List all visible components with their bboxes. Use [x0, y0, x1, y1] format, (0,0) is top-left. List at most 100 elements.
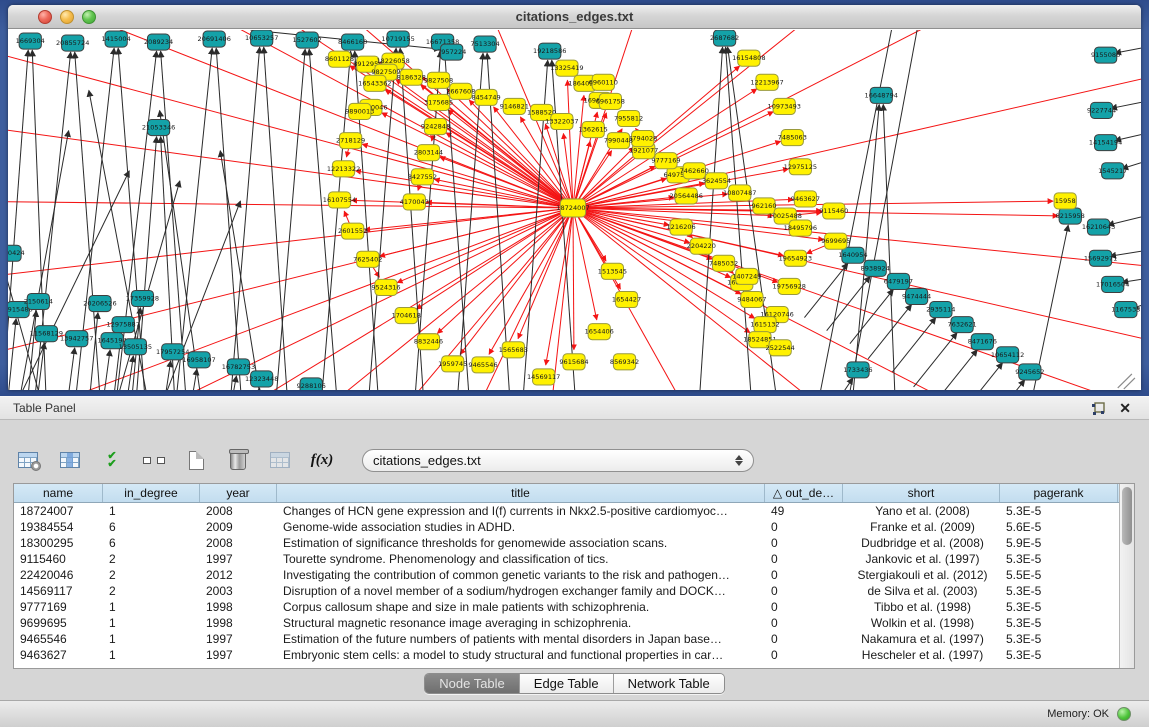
table-cell[interactable]: Franke et al. (2009) — [843, 519, 1000, 535]
edge[interactable] — [62, 348, 75, 390]
table-settings-icon[interactable] — [14, 447, 42, 473]
table-cell[interactable]: 2 — [103, 567, 200, 583]
table-cell[interactable]: Disruption of a novel member of a sodium… — [277, 583, 765, 599]
table-cell[interactable]: 5.9E-5 — [1000, 535, 1118, 551]
table-cell[interactable]: Tourette syndrome. Phenomenology and cla… — [277, 551, 765, 567]
table-cell[interactable]: 49 — [765, 503, 843, 519]
table-cell[interactable]: Investigating the contribution of common… — [277, 567, 765, 583]
table-cell[interactable]: 1 — [103, 615, 200, 631]
table-cell[interactable]: 1 — [103, 631, 200, 647]
table-cell[interactable]: 0 — [765, 551, 843, 567]
resize-grip-icon[interactable] — [1118, 374, 1132, 388]
table-cell[interactable]: 5.6E-5 — [1000, 519, 1118, 535]
edge[interactable] — [8, 171, 129, 390]
table-cell[interactable]: Structural magnetic resonance image aver… — [277, 615, 765, 631]
table-cell[interactable]: 1998 — [200, 599, 277, 615]
edge[interactable] — [170, 48, 212, 390]
table-cell[interactable]: Hescheler et al. (1997) — [843, 647, 1000, 663]
table-cell[interactable]: 0 — [765, 583, 843, 599]
edge[interactable] — [573, 208, 1141, 352]
table-cell[interactable]: Wolkin et al. (1998) — [843, 615, 1000, 631]
network-window[interactable]: citations_edges.txt 16693042085572414150… — [8, 5, 1141, 390]
table-cell[interactable]: 2008 — [200, 535, 277, 551]
table-cell[interactable]: Nakamura et al. (1997) — [843, 631, 1000, 647]
edge[interactable] — [437, 208, 573, 334]
edge[interactable] — [220, 151, 271, 390]
table-cell[interactable]: 5.3E-5 — [1000, 583, 1118, 599]
edge[interactable] — [8, 50, 28, 390]
table-cell[interactable]: 0 — [765, 615, 843, 631]
table-cell[interactable]: 0 — [765, 519, 843, 535]
table-cell[interactable]: 1 — [103, 503, 200, 519]
edge[interactable] — [573, 208, 574, 350]
edge[interactable] — [959, 363, 1002, 390]
table-row[interactable]: 946362711997Embryonic stem cells: a mode… — [14, 647, 1119, 663]
table-cell[interactable]: Jankovic et al. (1997) — [843, 551, 1000, 567]
column-header-in_degree[interactable]: in_degree — [103, 484, 200, 502]
edge[interactable] — [240, 208, 573, 390]
table-cell[interactable]: 1997 — [200, 551, 277, 567]
table-cell[interactable]: 18724007 — [14, 503, 103, 519]
table-row[interactable]: 969969511998Structural magnetic resonanc… — [14, 615, 1119, 631]
edge[interactable] — [316, 51, 350, 390]
edge[interactable] — [8, 319, 16, 390]
table-cell[interactable]: Estimation of significance thresholds fo… — [277, 535, 765, 551]
column-header-name[interactable]: name — [14, 484, 103, 502]
delete-icon[interactable] — [224, 447, 252, 473]
edge[interactable] — [460, 208, 573, 354]
network-canvas[interactable]: 1669304208557241415004208923420691406106… — [8, 30, 1141, 390]
table-cell[interactable]: 1998 — [200, 615, 277, 631]
table-row[interactable]: 977716911998Corpus callosum shape and si… — [14, 599, 1119, 615]
table-cell[interactable]: 2009 — [200, 519, 277, 535]
table-row[interactable]: 2242004622012Investigating the contribut… — [14, 567, 1119, 583]
edge[interactable] — [827, 276, 870, 330]
table-cell[interactable]: 2 — [103, 583, 200, 599]
table-cell[interactable]: de Silva et al. (2003) — [843, 583, 1000, 599]
table-row[interactable]: 911546021997Tourette syndrome. Phenomeno… — [14, 551, 1119, 567]
table-cell[interactable]: 2012 — [200, 567, 277, 583]
table-row[interactable]: 1938455462009Genome-wide association stu… — [14, 519, 1119, 535]
edge[interactable] — [85, 313, 98, 390]
table-cell[interactable]: 9465546 — [14, 631, 103, 647]
table-cell[interactable]: 0 — [765, 535, 843, 551]
column-header-out_de[interactable]: △ out_de… — [765, 484, 843, 502]
table-cell[interactable]: 2003 — [200, 583, 277, 599]
table-select-dropdown[interactable]: citations_edges.txt — [362, 449, 754, 472]
table-cell[interactable]: 9463627 — [14, 647, 103, 663]
table-cell[interactable]: 6 — [103, 535, 200, 551]
table-row[interactable]: 1872400712008Changes of HCN gene express… — [14, 503, 1119, 519]
edge[interactable] — [914, 333, 957, 387]
table-cell[interactable]: 0 — [765, 631, 843, 647]
table-grid[interactable]: namein_degreeyeartitle△ out_de…shortpage… — [14, 484, 1119, 668]
table-cell[interactable]: 5.3E-5 — [1000, 503, 1118, 519]
table-cell[interactable]: Embryonic stem cells: a model to study s… — [277, 647, 765, 663]
edge[interactable] — [225, 47, 259, 390]
table-cell[interactable]: 0 — [765, 567, 843, 583]
minimize-window-icon[interactable] — [60, 10, 74, 24]
edge[interactable] — [8, 121, 573, 208]
edge[interactable] — [934, 350, 977, 390]
table-cell[interactable]: 9777169 — [14, 599, 103, 615]
table-cell[interactable]: 14569117 — [14, 583, 103, 599]
table-cell[interactable]: 1 — [103, 599, 200, 615]
select-rows-icon[interactable]: ✔✔ — [98, 447, 126, 473]
table-cell[interactable]: Dudbridge et al. (2008) — [843, 535, 1000, 551]
column-header-title[interactable]: title — [277, 484, 765, 502]
new-document-icon[interactable] — [182, 447, 210, 473]
close-panel-icon[interactable]: ✕ — [1119, 400, 1131, 417]
table-cell[interactable]: Tibbo et al. (1998) — [843, 599, 1000, 615]
edge[interactable] — [247, 388, 260, 390]
float-panel-icon[interactable] — [1091, 402, 1105, 416]
row-height-icon[interactable] — [140, 447, 168, 473]
column-header-short[interactable]: short — [843, 484, 1000, 502]
edge[interactable] — [120, 356, 133, 390]
table-cell[interactable]: 5.3E-5 — [1000, 631, 1118, 647]
table-cell[interactable]: 1997 — [200, 631, 277, 647]
edge[interactable] — [892, 318, 935, 372]
table-cell[interactable]: Changes of HCN gene expression and I(f) … — [277, 503, 765, 519]
zoom-window-icon[interactable] — [82, 10, 96, 24]
tab-edge-table[interactable]: Edge Table — [520, 674, 614, 693]
column-select-icon[interactable] — [56, 447, 84, 473]
edge[interactable] — [184, 369, 197, 390]
table-cell[interactable]: 0 — [765, 647, 843, 663]
